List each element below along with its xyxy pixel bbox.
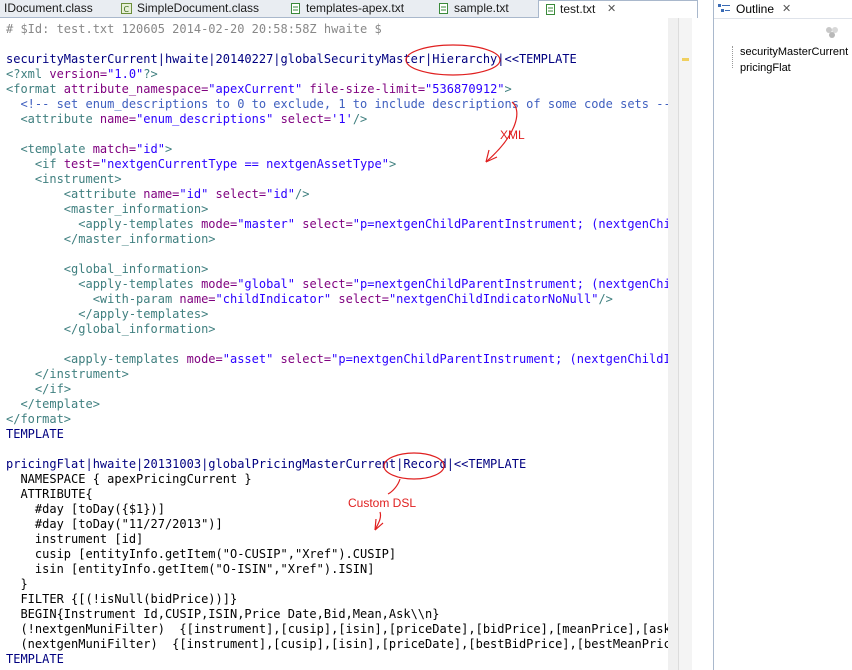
outline-view: Outline ✕ securityMasterCurrent pricingF… [713, 0, 852, 670]
code-line[interactable] [6, 37, 668, 52]
outline-title: Outline [736, 2, 775, 16]
tab-idocument-class[interactable]: IDocument.class [2, 0, 114, 17]
text-file-icon [546, 4, 555, 15]
text-file-icon [439, 3, 448, 14]
code-line[interactable]: ATTRIBUTE{ [6, 487, 668, 502]
code-line[interactable]: </master_information> [6, 232, 668, 247]
code-line[interactable]: FILTER {[(!isNull(bidPrice))]} [6, 592, 668, 607]
outline-menu-icon[interactable] [824, 24, 840, 40]
svg-text:C: C [124, 5, 130, 14]
code-line[interactable]: <with-param name="childIndicator" select… [6, 292, 668, 307]
code-line[interactable]: securityMasterCurrent|hwaite|20140227|gl… [6, 52, 668, 67]
xml-annotation-label: XML [500, 128, 525, 142]
close-outline-icon[interactable]: ✕ [782, 0, 791, 18]
tab-label: templates-apex.txt [306, 1, 405, 15]
code-line[interactable] [6, 337, 668, 352]
code-line[interactable]: pricingFlat|hwaite|20131003|globalPricin… [6, 457, 668, 472]
code-line[interactable]: </global_information> [6, 322, 668, 337]
code-line[interactable]: NAMESPACE { apexPricingCurrent } [6, 472, 668, 487]
outline-tab[interactable]: Outline ✕ [714, 0, 852, 19]
code-line[interactable]: <?xml version="1.0"?> [6, 67, 668, 82]
code-line[interactable]: </template> [6, 397, 668, 412]
class-file-icon: C [121, 3, 132, 14]
code-line[interactable]: </format> [6, 412, 668, 427]
outline-icon [718, 4, 730, 12]
tab-label: sample.txt [454, 1, 509, 15]
code-line[interactable]: <attribute name="id" select="id"/> [6, 187, 668, 202]
outline-item-pricingflat[interactable]: pricingFlat [740, 62, 791, 74]
code-line[interactable]: <format attribute_namespace="apexCurrent… [6, 82, 668, 97]
close-tab-icon[interactable]: ✕ [607, 1, 616, 18]
tab-simpledocument-class[interactable]: C SimpleDocument.class [116, 0, 272, 17]
code-line[interactable]: cusip [entityInfo.getItem("O-CUSIP","Xre… [6, 547, 668, 562]
code-line[interactable]: TEMPLATE [6, 652, 668, 667]
code-line[interactable]: # $Id: test.txt 120605 2014-02-20 20:58:… [6, 22, 668, 37]
code-line[interactable]: <apply-templates mode="asset" select="p=… [6, 352, 668, 367]
code-line[interactable]: </apply-templates> [6, 307, 668, 322]
code-line[interactable]: BEGIN{Instrument Id,CUSIP,ISIN,Price Dat… [6, 607, 668, 622]
text-file-icon [291, 3, 300, 14]
code-line[interactable]: <apply-templates mode="master" select="p… [6, 217, 668, 232]
code-line[interactable]: isin [entityInfo.getItem("O-ISIN","Xref"… [6, 562, 668, 577]
code-line[interactable]: <instrument> [6, 172, 668, 187]
code-line[interactable]: <apply-templates mode="global" select="p… [6, 277, 668, 292]
code-line[interactable]: <attribute name="enum_descriptions" sele… [6, 112, 668, 127]
code-line[interactable]: <global_information> [6, 262, 668, 277]
code-line[interactable]: TEMPLATE [6, 427, 668, 442]
code-line[interactable]: instrument [id] [6, 532, 668, 547]
code-line[interactable]: #day [toDay("11/27/2013")] [6, 517, 668, 532]
code-line[interactable] [6, 442, 668, 457]
overview-ruler[interactable] [678, 18, 692, 670]
code-line[interactable]: <master_information> [6, 202, 668, 217]
code-line[interactable]: #day [toDay({$1})] [6, 502, 668, 517]
tab-label: IDocument.class [4, 1, 93, 15]
code-line[interactable]: <template match="id"> [6, 142, 668, 157]
tab-sample-txt[interactable]: sample.txt [432, 0, 530, 17]
code-line[interactable]: (!nextgenMuniFilter) {[instrument],[cusi… [6, 622, 668, 637]
custom-dsl-annotation-label: Custom DSL [348, 496, 417, 510]
code-line[interactable] [6, 127, 668, 142]
code-line[interactable]: <if test="nextgenCurrentType == nextgenA… [6, 157, 668, 172]
code-line[interactable]: (nextgenMuniFilter) {[instrument],[cusip… [6, 637, 668, 652]
warning-marker[interactable] [682, 58, 689, 61]
editor-vertical-scrollbar[interactable] [668, 18, 678, 670]
code-line[interactable]: <!-- set enum_descriptions to 0 to exclu… [6, 97, 668, 112]
tab-label: test.txt [560, 2, 596, 16]
code-line[interactable]: </instrument> [6, 367, 668, 382]
code-line[interactable] [6, 247, 668, 262]
editor-tab-bar: IDocument.class C SimpleDocument.class t… [0, 0, 698, 18]
tab-test-txt[interactable]: test.txt ✕ [538, 0, 698, 18]
code-line[interactable]: </if> [6, 382, 668, 397]
tab-templates-apex-txt[interactable]: templates-apex.txt [284, 0, 420, 17]
text-editor[interactable]: # $Id: test.txt 120605 2014-02-20 20:58:… [0, 18, 668, 670]
editor-content[interactable]: # $Id: test.txt 120605 2014-02-20 20:58:… [6, 22, 668, 667]
code-line[interactable]: } [6, 577, 668, 592]
outline-item-securitymastercurrent[interactable]: securityMasterCurrent [740, 46, 848, 58]
tree-connector [732, 46, 739, 68]
tab-label: SimpleDocument.class [137, 1, 260, 15]
